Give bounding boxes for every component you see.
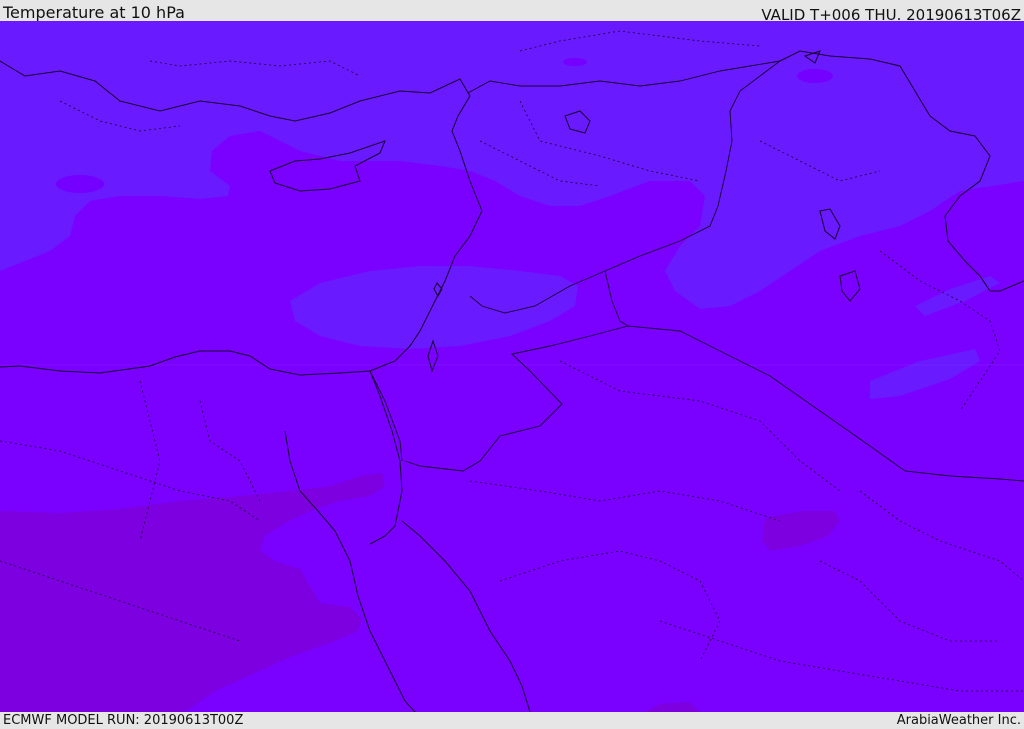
map-footer: ECMWF MODEL RUN: 20190613T00Z ArabiaWeat…: [0, 712, 1024, 729]
map-title: Temperature at 10 hPa: [3, 3, 185, 22]
model-run: ECMWF MODEL RUN: 20190613T00Z: [3, 713, 244, 728]
credit: ArabiaWeather Inc.: [896, 713, 1021, 728]
warm-pocket: [563, 58, 587, 66]
map-header: Temperature at 10 hPa VALID T+006 THU. 2…: [0, 0, 1024, 24]
warm-pocket: [797, 69, 833, 83]
warm-pocket: [56, 175, 104, 193]
temperature-map[interactable]: [0, 21, 1024, 712]
